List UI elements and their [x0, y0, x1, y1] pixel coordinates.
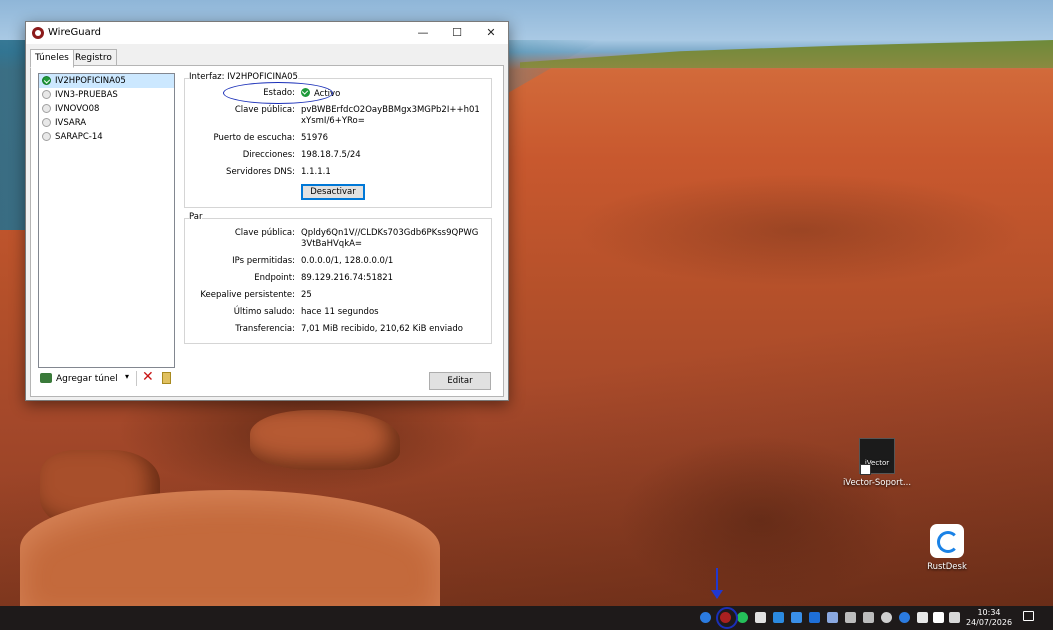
title-bar[interactable]: WireGuard — ☐ ✕: [26, 22, 508, 44]
desktop-icon-rustdesk[interactable]: RustDesk: [912, 524, 982, 572]
ivector-label: iVector-Soport...: [842, 478, 912, 488]
peer-pubkey-value[interactable]: Qpldy6Qn1V//CLDKs703Gdb6PKss9QPWG3VtBaHV…: [301, 228, 481, 250]
tunnel-item[interactable]: IVSARA: [39, 116, 174, 130]
rustdesk-tray-icon[interactable]: [773, 612, 784, 623]
tunnel-item[interactable]: IVN3-PRUEBAS: [39, 88, 174, 102]
keepalive-label: Keepalive persistente:: [200, 290, 295, 300]
interface-title: Interfaz: IV2HPOFICINA05: [189, 72, 298, 82]
tunnel-inactive-icon: [42, 118, 51, 127]
bluetooth-icon[interactable]: [899, 612, 910, 623]
tab-tuneles[interactable]: Túneles: [30, 49, 74, 68]
allowed-ips-label: IPs permitidas:: [232, 256, 295, 266]
wallpaper-rock: [250, 410, 400, 470]
tool-tray-icon[interactable]: [863, 612, 874, 623]
endpoint-value: 89.129.216.74:51821: [301, 273, 394, 283]
status-value: Activo: [301, 88, 521, 100]
clock-date: 24/07/2026: [965, 618, 1013, 627]
peer-title: Par: [189, 212, 203, 222]
status-annotation-ellipse: [223, 82, 333, 104]
tunnel-list[interactable]: IV2HPOFICINA05 IVN3-PRUEBAS IVNOVO08 IVS…: [38, 73, 175, 368]
port-label: Puerto de escucha:: [213, 133, 295, 143]
shortcut-arrow-icon: [860, 464, 871, 475]
interface-group: Interfaz: IV2HPOFICINA05 Estado: Activo …: [184, 72, 492, 208]
wallpaper-rock: [20, 490, 440, 606]
add-tunnel-label: Agregar túnel: [56, 374, 118, 384]
tunnel-name: IV2HPOFICINA05: [55, 76, 126, 86]
pubkey-label: Clave pública:: [234, 105, 295, 115]
add-tunnel-icon: [40, 373, 52, 383]
tunnel-toolbar: Agregar túnel ▾ ✕: [38, 369, 173, 389]
port-value: 51976: [301, 133, 329, 143]
cloud-icon[interactable]: [881, 612, 892, 623]
wifi-icon[interactable]: [917, 612, 928, 623]
dns-value: 1.1.1.1: [301, 167, 331, 177]
tool-tray-icon[interactable]: [845, 612, 856, 623]
transfer-label: Transferencia:: [235, 324, 295, 334]
transfer-value: 7,01 MiB recibido, 210,62 KiB enviado: [301, 324, 463, 334]
tunnel-inactive-icon: [42, 132, 51, 141]
close-button[interactable]: ✕: [474, 22, 508, 44]
handshake-label: Último saludo:: [233, 307, 295, 317]
keepalive-value: 25: [301, 290, 312, 300]
handshake-value: hace 11 segundos: [301, 307, 379, 317]
whatsapp-icon[interactable]: [737, 612, 748, 623]
edit-button[interactable]: Editar: [429, 372, 491, 390]
export-zip-icon[interactable]: [162, 372, 171, 384]
tunnel-item[interactable]: IV2HPOFICINA05: [39, 74, 174, 88]
peer-pubkey-row: Clave pública: Qpldy6Qn1V//CLDKs703Gdb6P…: [185, 228, 491, 252]
windows-security-icon[interactable]: [933, 612, 944, 623]
tunnel-item[interactable]: SARAPC-14: [39, 130, 174, 144]
wallpaper-grass: [520, 40, 1053, 68]
tunnel-item[interactable]: IVNOVO08: [39, 102, 174, 116]
network-app-icon[interactable]: [791, 612, 802, 623]
tunnel-inactive-icon: [42, 90, 51, 99]
dns-label: Servidores DNS:: [226, 167, 295, 177]
deactivate-button[interactable]: Desactivar: [301, 184, 365, 200]
annotation-arrow: [711, 568, 723, 599]
peer-group: Par Clave pública: Qpldy6Qn1V//CLDKs703G…: [184, 212, 492, 344]
ivector-icon: iVector: [859, 438, 895, 475]
toolbar-separator: [136, 371, 137, 386]
user-tray-icon[interactable]: [827, 612, 838, 623]
security-shield-icon[interactable]: [809, 612, 820, 623]
endpoint-label: Endpoint:: [254, 273, 295, 283]
tunnel-name: IVNOVO08: [55, 104, 100, 114]
help-icon[interactable]: [700, 612, 711, 623]
tunnel-name: IVSARA: [55, 118, 87, 128]
minimize-button[interactable]: —: [406, 22, 440, 44]
rustdesk-icon: [930, 524, 964, 558]
pubkey-value[interactable]: pvBWBErfdcO2OayBBMgx3MGPb2I++h01xYsmI/6+…: [301, 105, 481, 127]
volume-icon[interactable]: [949, 612, 960, 623]
addresses-label: Direcciones:: [242, 150, 295, 160]
taskbar-clock[interactable]: 10:34 24/07/2026: [962, 608, 1016, 628]
taskbar: 10:34 24/07/2026: [0, 606, 1053, 630]
tunnel-inactive-icon: [42, 104, 51, 113]
tray-annotation-circle: [716, 607, 738, 629]
rustdesk-label: RustDesk: [927, 562, 967, 572]
window-title: WireGuard: [48, 27, 101, 38]
clock-time: 10:34: [977, 608, 1001, 617]
app-tray-icon[interactable]: [755, 612, 766, 623]
delete-tunnel-button[interactable]: ✕: [142, 369, 154, 385]
addresses-value: 198.18.7.5/24: [301, 150, 361, 160]
add-tunnel-button[interactable]: Agregar túnel: [40, 371, 118, 387]
tunnel-name: SARAPC-14: [55, 132, 103, 142]
notification-center-icon[interactable]: [1023, 611, 1034, 621]
peer-pubkey-label: Clave pública:: [234, 228, 295, 238]
tunnels-panel: IV2HPOFICINA05 IVN3-PRUEBAS IVNOVO08 IVS…: [30, 65, 504, 397]
allowed-ips-value: 0.0.0.0/1, 128.0.0.0/1: [301, 256, 394, 266]
desktop-icon-ivector[interactable]: iVector iVector-Soport...: [842, 438, 912, 488]
add-tunnel-dropdown[interactable]: ▾: [125, 372, 129, 381]
tunnel-active-icon: [42, 76, 51, 85]
wireguard-logo-icon: [32, 27, 44, 39]
maximize-button[interactable]: ☐: [440, 22, 474, 44]
tunnel-name: IVN3-PRUEBAS: [55, 90, 118, 100]
pubkey-row: Clave pública: pvBWBErfdcO2OayBBMgx3MGPb…: [185, 105, 491, 129]
wireguard-window: WireGuard — ☐ ✕ Túneles Registro IV2HPOF…: [25, 21, 509, 401]
